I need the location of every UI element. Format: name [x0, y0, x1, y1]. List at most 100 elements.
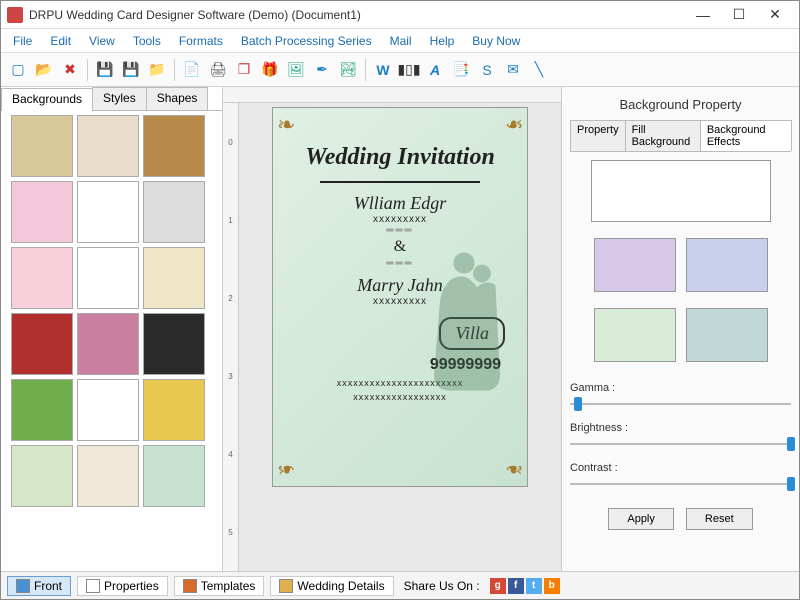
titlebar: DRPU Wedding Card Designer Software (Dem… [1, 1, 799, 29]
insert-icon[interactable]: 📑 [450, 59, 472, 81]
background-thumbnail[interactable] [77, 181, 139, 243]
property-tabs: Property Fill Background Background Effe… [570, 120, 791, 152]
background-thumbnail[interactable] [143, 181, 205, 243]
background-thumbnail[interactable] [11, 247, 73, 309]
canvas-viewport[interactable]: ❧ ❧ ❧ ❧ Wedding Invitation Wlliam Edgr x… [239, 103, 561, 571]
image-icon[interactable]: 🖼 [285, 59, 307, 81]
menu-tools[interactable]: Tools [125, 32, 169, 50]
save-icon[interactable]: 💾 [94, 59, 116, 81]
gamma-slider[interactable] [570, 396, 791, 410]
left-tabs: Backgrounds Styles Shapes [1, 87, 222, 111]
wordart-icon[interactable]: W [372, 59, 394, 81]
couple-silhouette [419, 238, 509, 408]
properties-panel: Background Property Property Fill Backgr… [561, 87, 799, 571]
effect-swatch[interactable] [594, 238, 676, 292]
gamma-label: Gamma : [570, 382, 791, 394]
share-label: Share Us On : [404, 579, 480, 593]
minimize-button[interactable]: — [685, 3, 721, 27]
contrast-slider[interactable] [570, 476, 791, 490]
reset-button[interactable]: Reset [686, 508, 753, 530]
menu-edit[interactable]: Edit [42, 32, 79, 50]
bottom-tab-templates[interactable]: Templates [174, 576, 265, 596]
twitter-icon[interactable]: t [526, 578, 542, 594]
divider [320, 181, 480, 183]
page-icon[interactable]: 📄 [181, 59, 203, 81]
background-thumbnail[interactable] [11, 445, 73, 507]
main-body: Backgrounds Styles Shapes 012345 ❧ ❧ ❧ ❧ [1, 87, 799, 571]
menu-file[interactable]: File [5, 32, 40, 50]
menu-batch[interactable]: Batch Processing Series [233, 32, 380, 50]
effect-swatch[interactable] [686, 238, 768, 292]
open-icon[interactable]: 📂 [33, 59, 55, 81]
background-thumbnail[interactable] [143, 115, 205, 177]
tab-property[interactable]: Property [570, 120, 626, 151]
card-title[interactable]: Wedding Invitation [305, 144, 495, 171]
background-thumbnail[interactable] [77, 313, 139, 375]
separator [365, 59, 366, 81]
horizontal-ruler [223, 87, 561, 103]
ornament-icon: ❧ [277, 112, 295, 138]
sig-icon[interactable]: S [476, 59, 498, 81]
brightness-slider[interactable] [570, 436, 791, 450]
background-thumbnail[interactable] [77, 115, 139, 177]
app-icon [7, 7, 23, 23]
facebook-icon[interactable]: f [508, 578, 524, 594]
close-file-icon[interactable]: ✖ [59, 59, 81, 81]
decoration: ═══ [386, 225, 413, 236]
background-thumbnail[interactable] [77, 247, 139, 309]
share-icons: g f t b [490, 578, 560, 594]
effect-swatch[interactable] [686, 308, 768, 362]
app-window: DRPU Wedding Card Designer Software (Dem… [0, 0, 800, 600]
picture-icon[interactable]: 🏞 [337, 59, 359, 81]
close-button[interactable]: ✕ [757, 3, 793, 27]
bottom-tab-wedding-details[interactable]: Wedding Details [270, 576, 393, 596]
googleplus-icon[interactable]: g [490, 578, 506, 594]
menubar: File Edit View Tools Formats Batch Proce… [1, 29, 799, 53]
separator [87, 59, 88, 81]
groom-name[interactable]: Wlliam Edgr [354, 193, 447, 214]
tab-styles[interactable]: Styles [92, 87, 147, 110]
bottom-tab-properties[interactable]: Properties [77, 576, 168, 596]
menu-buynow[interactable]: Buy Now [464, 32, 528, 50]
background-thumbnail[interactable] [143, 445, 205, 507]
menu-view[interactable]: View [81, 32, 123, 50]
export-icon[interactable]: 📁 [146, 59, 168, 81]
placeholder-text[interactable]: xxxxxxxxx [373, 214, 427, 225]
tab-shapes[interactable]: Shapes [146, 87, 209, 110]
tab-background-effects[interactable]: Background Effects [700, 120, 792, 151]
copy-icon[interactable]: ❐ [233, 59, 255, 81]
background-thumbnail[interactable] [143, 313, 205, 375]
bottom-tab-front[interactable]: Front [7, 576, 71, 596]
line-icon[interactable]: ╲ [528, 59, 550, 81]
background-thumbnail[interactable] [11, 379, 73, 441]
tab-fill-background[interactable]: Fill Background [625, 120, 701, 151]
background-thumbnail[interactable] [77, 379, 139, 441]
backgrounds-grid[interactable] [1, 111, 222, 571]
panel-heading: Background Property [570, 97, 791, 112]
text-icon[interactable]: A [424, 59, 446, 81]
apply-button[interactable]: Apply [608, 508, 674, 530]
effect-swatch[interactable] [594, 308, 676, 362]
save-all-icon[interactable]: 💾 [120, 59, 142, 81]
background-thumbnail[interactable] [143, 379, 205, 441]
left-panel: Backgrounds Styles Shapes [1, 87, 223, 571]
contrast-label: Contrast : [570, 462, 791, 474]
print-icon[interactable]: 🖨 [207, 59, 229, 81]
barcode-icon[interactable]: ▮▯▮ [398, 59, 420, 81]
background-thumbnail[interactable] [143, 247, 205, 309]
background-thumbnail[interactable] [77, 445, 139, 507]
background-thumbnail[interactable] [11, 115, 73, 177]
menu-formats[interactable]: Formats [171, 32, 231, 50]
pen-icon[interactable]: ✒ [311, 59, 333, 81]
new-icon[interactable]: ▢ [7, 59, 29, 81]
wedding-card[interactable]: ❧ ❧ ❧ ❧ Wedding Invitation Wlliam Edgr x… [272, 107, 528, 487]
maximize-button[interactable]: ☐ [721, 3, 757, 27]
gift-icon[interactable]: 🎁 [259, 59, 281, 81]
background-thumbnail[interactable] [11, 181, 73, 243]
tab-backgrounds[interactable]: Backgrounds [1, 88, 93, 111]
menu-mail[interactable]: Mail [382, 32, 420, 50]
blogger-icon[interactable]: b [544, 578, 560, 594]
mail-icon[interactable]: ✉ [502, 59, 524, 81]
menu-help[interactable]: Help [422, 32, 463, 50]
background-thumbnail[interactable] [11, 313, 73, 375]
